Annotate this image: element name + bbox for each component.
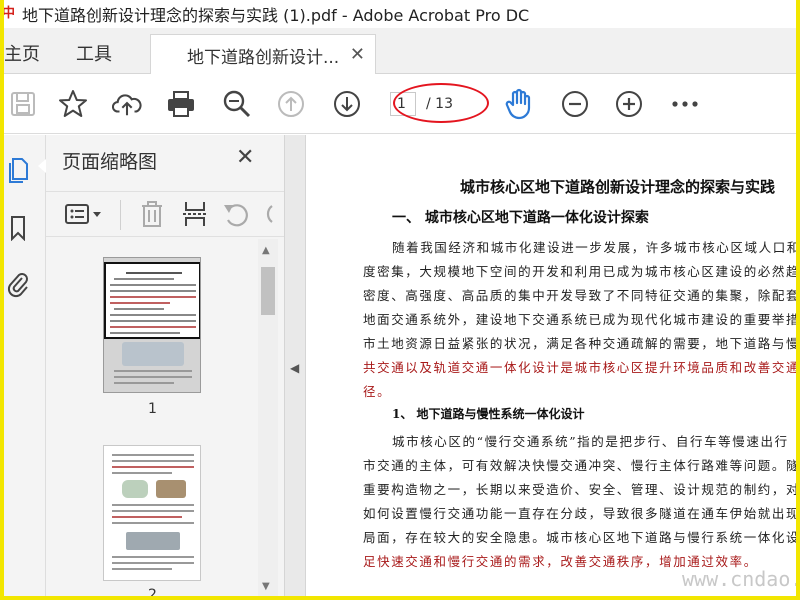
thumbnail-page-label: 1 xyxy=(148,401,157,417)
document-tab-label: 地下道路创新设计... xyxy=(187,47,340,68)
zoom-in-icon[interactable] xyxy=(614,89,644,119)
app-icon: 中 xyxy=(4,6,16,21)
rotate-right-icon[interactable] xyxy=(262,200,276,228)
toolbar-divider xyxy=(120,200,121,230)
delete-page-icon[interactable] xyxy=(140,200,164,228)
collapse-arrow-icon[interactable]: ◀ xyxy=(290,361,299,375)
paragraph-line: 如何设置慢行交通功能一直存在分歧，导致很多隧道在通车伊始就出现 xyxy=(363,506,796,521)
document-title: 城市核心区地下道路创新设计理念的探索与实践 xyxy=(460,178,776,196)
rail-selection-pointer xyxy=(38,159,46,173)
extract-page-icon[interactable] xyxy=(182,200,208,228)
close-tab-icon[interactable]: ✕ xyxy=(350,44,365,65)
paragraph-line: 随着我国经济和城市化建设进一步发展，许多城市核心区域人口和 xyxy=(392,240,796,255)
paragraph-line: 市交通的主体，可有效解决快慢交通冲突、慢行主体行路难等问题。隧 xyxy=(363,458,796,473)
main-toolbar: 1 / 13 xyxy=(4,74,796,134)
section-heading: 一、 城市核心区地下道路一体化设计探索 xyxy=(392,210,649,226)
paragraph-line: 共交通以及轨道交通一体化设计是城市核心区提升环境品质和改善交通 xyxy=(363,360,796,375)
print-icon[interactable] xyxy=(166,89,196,119)
more-icon[interactable] xyxy=(670,89,700,119)
acrobat-window: 中 地下道路创新设计理念的探索与实践 (1).pdf - Adobe Acrob… xyxy=(4,0,796,596)
thumbnail-figure xyxy=(122,342,184,366)
window-title: 地下道路创新设计理念的探索与实践 (1).pdf - Adobe Acrobat… xyxy=(22,6,530,25)
scrollbar-thumb[interactable] xyxy=(261,267,275,315)
tab-home[interactable]: 主页 xyxy=(4,40,40,66)
save-icon[interactable] xyxy=(8,89,38,119)
panel-close-icon[interactable]: ✕ xyxy=(236,145,254,170)
page-thumbnail-1[interactable] xyxy=(103,257,201,393)
page-down-icon[interactable] xyxy=(332,89,362,119)
panel-title: 页面缩略图 xyxy=(62,151,158,173)
zoom-search-icon[interactable] xyxy=(222,89,252,119)
highlight-annotation xyxy=(393,83,489,123)
selected-page-frame xyxy=(104,262,200,339)
watermark: www.cndao.com xyxy=(682,567,796,591)
page-thumbnail-2[interactable] xyxy=(103,445,201,581)
panel-collapse-strip[interactable]: ◀ xyxy=(284,135,306,596)
panel-toolbar xyxy=(46,191,284,237)
thumbnail-page-label: 2 xyxy=(148,587,157,596)
scroll-down-arrow-icon[interactable]: ▼ xyxy=(262,581,270,592)
hand-tool-icon[interactable] xyxy=(504,88,534,120)
paragraph-line: 度密集，大规模地下空间的开发和利用已成为城市核心区建设的必然趋 xyxy=(363,264,796,279)
thumbnail-options-icon[interactable] xyxy=(64,200,104,228)
paragraph-line: 市土地资源日益紧张的状况，满足各种交通疏解的需要，地下道路与慢 xyxy=(363,336,796,351)
attachments-icon[interactable] xyxy=(4,269,32,299)
left-rail xyxy=(4,135,46,596)
paragraph-line: 地面交通系统外，建设地下交通系统已成为现代化城市建设的重要举措 xyxy=(363,312,796,327)
tab-bar: 主页 工具 地下道路创新设计... ✕ xyxy=(4,28,796,75)
title-bar: 中 地下道路创新设计理念的探索与实践 (1).pdf - Adobe Acrob… xyxy=(4,0,796,28)
tab-document[interactable]: 地下道路创新设计... ✕ xyxy=(150,34,376,75)
page-thumbnails-icon[interactable] xyxy=(4,155,32,185)
upload-cloud-icon[interactable] xyxy=(112,89,142,119)
paragraph-line: 城市核心区的“慢行交通系统”指的是把步行、自行车等慢速出行 xyxy=(392,434,789,449)
document-view: 城市核心区地下道路创新设计理念的探索与实践 一、 城市核心区地下道路一体化设计探… xyxy=(306,135,796,596)
thumbnail-scrollbar[interactable]: ▲ ▼ xyxy=(258,239,278,596)
scroll-up-arrow-icon[interactable]: ▲ xyxy=(262,245,270,256)
bookmarks-icon[interactable] xyxy=(4,213,32,243)
paragraph-line: 重要构造物之一，长期以来受造价、安全、管理、设计规范的制约，对 xyxy=(363,482,796,497)
zoom-out-icon[interactable] xyxy=(560,89,590,119)
thumbnail-list: 1 2 xyxy=(46,239,256,596)
subsection-heading: 1、 地下道路与慢性系统一体化设计 xyxy=(392,407,585,421)
rotate-left-icon[interactable] xyxy=(222,200,250,228)
paragraph-line: 径。 xyxy=(363,384,392,399)
paragraph-line: 密度、高强度、高品质的集中开发导致了不同特征交通的集聚，除配套 xyxy=(363,288,796,303)
tab-tools[interactable]: 工具 xyxy=(76,40,112,66)
bookmark-star-icon[interactable] xyxy=(58,89,88,119)
thumbnail-panel: 页面缩略图 ✕ 1 2 ▲ ▼ xyxy=(46,135,284,596)
paragraph-line: 局面，存在较大的安全隐患。城市核心区地下道路与慢行系统一体化设 xyxy=(363,530,796,545)
page-up-icon[interactable] xyxy=(276,89,306,119)
